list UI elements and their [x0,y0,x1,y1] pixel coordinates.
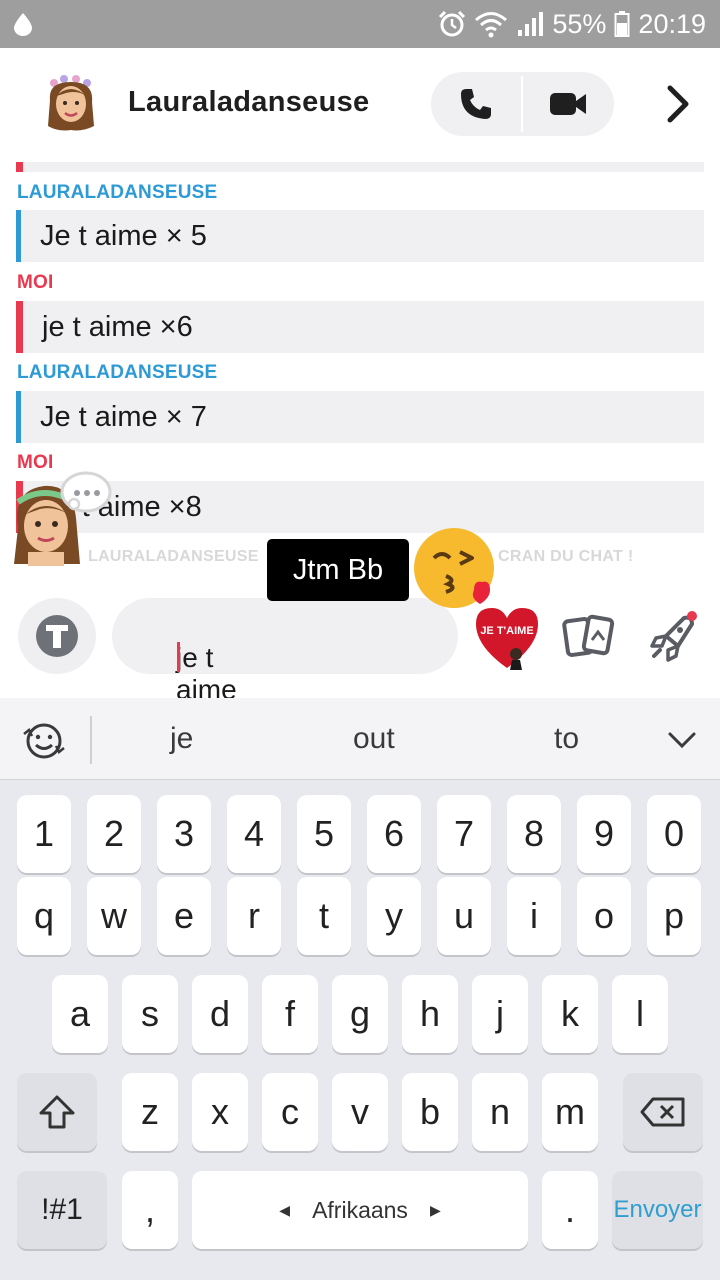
key-v[interactable]: v [332,1073,388,1151]
memories-cards-icon[interactable] [562,614,616,660]
key-l[interactable]: l [612,975,668,1053]
key-e[interactable]: e [157,877,211,955]
key-k[interactable]: k [542,975,598,1053]
message-bubble[interactable]: Je t aime × 5 [16,210,704,262]
text-tool-button[interactable] [18,598,96,674]
signal-icon [518,12,544,36]
word-suggestion[interactable]: out [353,722,395,756]
key-g[interactable]: g [332,975,388,1053]
send-key-label: Envoyer [613,1196,702,1223]
key-f[interactable]: f [262,975,318,1053]
key-w[interactable]: w [87,877,141,955]
key-y[interactable]: y [367,877,421,955]
message-text: Je t aime × 7 [40,401,207,433]
space-language-label: Afrikaans [312,1196,408,1223]
clock: 20:19 [638,8,706,39]
rocket-icon[interactable] [648,610,698,662]
key-x[interactable]: x [192,1073,248,1151]
chat-notice-left: LAURALADANSEUSE [88,548,259,565]
call-button-group [431,72,614,136]
word-suggestion[interactable]: to [554,722,579,756]
key-0[interactable]: 0 [647,795,701,873]
backspace-key[interactable] [623,1073,703,1151]
left-arrow-icon: ◀ [279,1201,291,1218]
message-text: Je t aime × 5 [40,220,207,252]
chat-notice-right: CRAN DU CHAT ! [498,548,634,565]
key-u[interactable]: u [437,877,491,955]
right-arrow-icon: ▶ [429,1201,441,1218]
battery-percent: 55% [552,8,607,39]
message-sender: LAURALADANSEUSE [17,362,218,383]
key-c[interactable]: c [262,1073,318,1151]
friend-bitmoji-typing [14,471,112,566]
key-6[interactable]: 6 [367,795,421,873]
sticker-text: JE T'AIME [480,625,533,637]
key-d[interactable]: d [192,975,248,1053]
comma-key[interactable]: , [122,1171,178,1249]
chevron-down-icon[interactable] [664,726,700,754]
key-o[interactable]: o [577,877,631,955]
contact-avatar[interactable] [44,74,98,136]
key-z[interactable]: z [122,1073,178,1151]
key-s[interactable]: s [122,975,178,1053]
wifi-icon [475,12,508,38]
voice-call-button[interactable] [431,72,521,136]
message-text: je t aime ×6 [42,311,193,343]
period-key[interactable]: . [542,1171,598,1249]
screen: { "status_bar": { "battery_percent": "55… [0,0,720,1280]
previous-message-tail [16,162,704,172]
je-taime-sticker[interactable]: JE T'AIME [474,604,540,672]
key-p[interactable]: p [647,877,701,955]
text-caret [177,642,180,672]
key-4[interactable]: 4 [227,795,281,873]
key-i[interactable]: i [507,877,561,955]
key-1[interactable]: 1 [17,795,71,873]
key-m[interactable]: m [542,1073,598,1151]
text-t-icon [36,615,78,657]
send-key[interactable]: Envoyer [612,1171,703,1249]
alarm-icon [439,10,466,37]
key-8[interactable]: 8 [507,795,561,873]
shift-key[interactable] [17,1073,97,1151]
message-input[interactable]: je t aime ×10 [112,598,458,737]
video-call-button[interactable] [523,72,613,136]
key-a[interactable]: a [52,975,108,1053]
suggestion-divider [90,716,92,764]
key-t[interactable]: t [297,877,351,955]
message-bubble[interactable]: je t aime ×6 [16,301,704,353]
water-drop-icon [14,13,32,36]
key-7[interactable]: 7 [437,795,491,873]
phone-icon [461,89,491,119]
key-h[interactable]: h [402,975,458,1053]
key-b[interactable]: b [402,1073,458,1151]
contact-name[interactable]: Lauraladanseuse [128,86,369,119]
key-5[interactable]: 5 [297,795,351,873]
status-right: 55% 20:19 [438,6,706,42]
backspace-icon [640,1097,685,1127]
shift-arrow-icon [39,1095,75,1129]
emoji-switch-icon[interactable] [20,720,68,762]
key-3[interactable]: 3 [157,795,211,873]
video-camera-icon [550,93,586,115]
space-key[interactable]: ◀ Afrikaans ▶ [192,1171,528,1249]
word-suggestion[interactable]: je [170,722,193,756]
key-2[interactable]: 2 [87,795,141,873]
suggestion-tooltip[interactable]: Jtm Bb [267,539,409,601]
key-r[interactable]: r [227,877,281,955]
symbols-key[interactable]: !#1 [17,1171,107,1249]
key-9[interactable]: 9 [577,795,631,873]
message-bubble[interactable]: je t aime ×8 [16,481,704,533]
battery-icon [614,11,630,37]
status-bar: 55% 20:19 [0,0,720,48]
chevron-right-icon[interactable] [660,84,696,124]
kiss-emoji-icon[interactable] [412,526,498,612]
key-q[interactable]: q [17,877,71,955]
key-n[interactable]: n [472,1073,528,1151]
message-sender: LAURALADANSEUSE [17,182,218,203]
message-bubble[interactable]: Je t aime × 7 [16,391,704,443]
message-sender: MOI [17,272,54,293]
key-j[interactable]: j [472,975,528,1053]
